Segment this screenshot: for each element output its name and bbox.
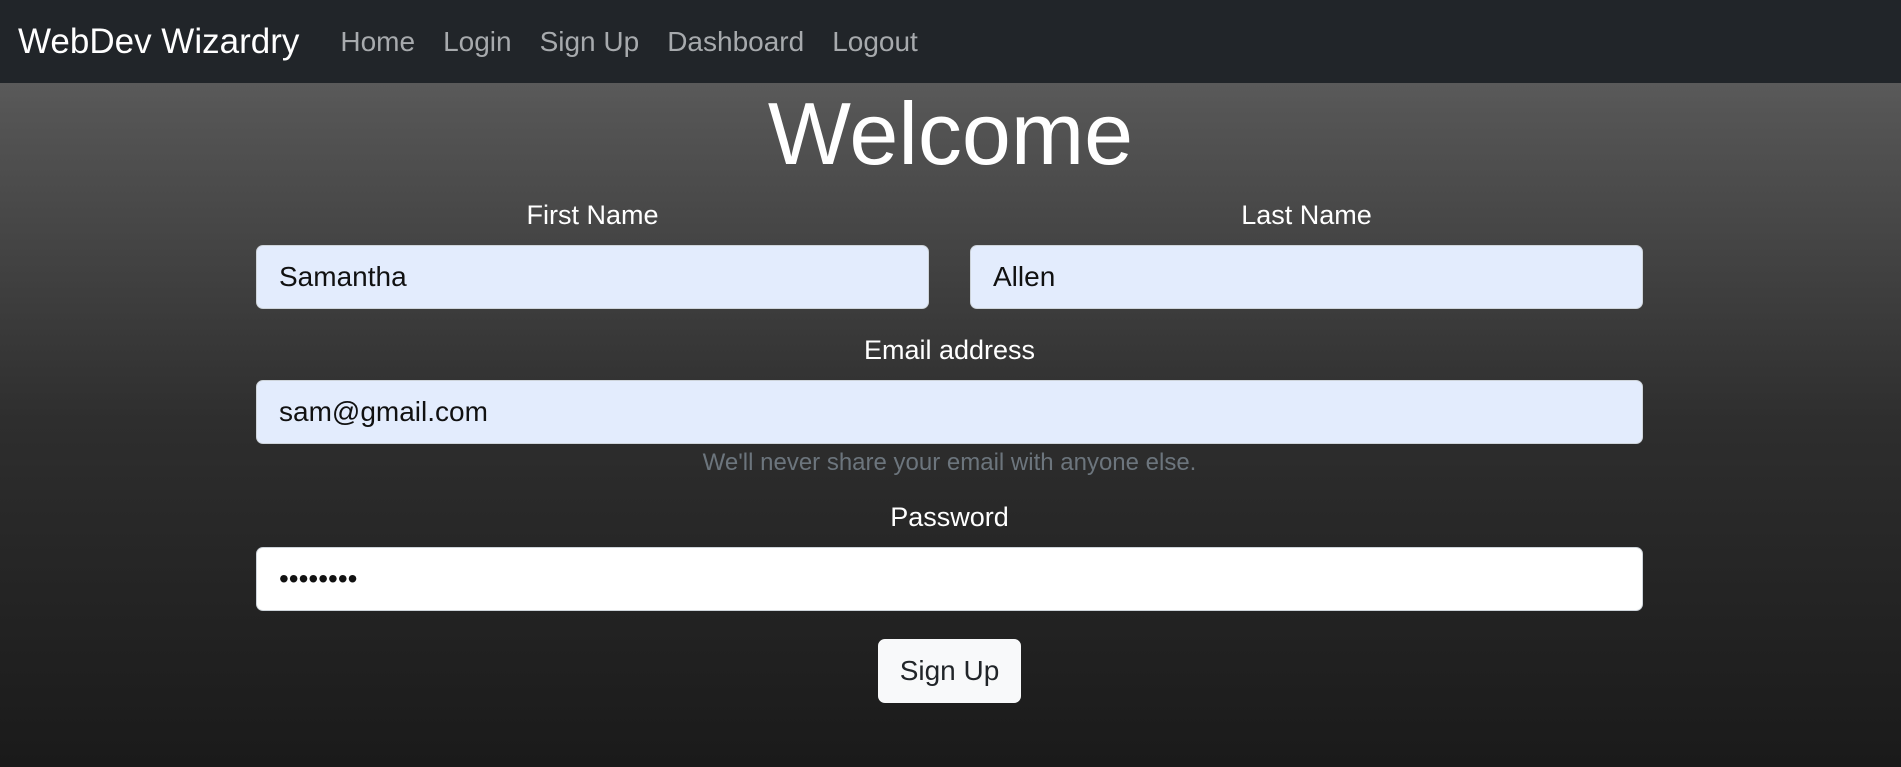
top-navbar: WebDev Wizardry Home Login Sign Up Dashb…: [0, 0, 1901, 83]
nav-link-sign-up[interactable]: Sign Up: [540, 27, 640, 56]
password-input[interactable]: [256, 547, 1643, 611]
nav-link-login[interactable]: Login: [443, 27, 512, 56]
nav-link-logout[interactable]: Logout: [832, 27, 918, 56]
first-name-label: First Name: [526, 200, 659, 230]
sign-up-button[interactable]: Sign Up: [878, 639, 1021, 703]
last-name-input[interactable]: [970, 245, 1643, 309]
email-input[interactable]: [256, 380, 1643, 444]
brand-logo-text[interactable]: WebDev Wizardry: [18, 24, 299, 59]
email-help-text: We'll never share your email with anyone…: [702, 449, 1197, 476]
page-title: Welcome: [767, 84, 1134, 183]
last-name-label: Last Name: [1241, 200, 1372, 230]
email-label: Email address: [863, 335, 1036, 365]
nav-link-home[interactable]: Home: [340, 27, 415, 56]
nav-link-dashboard[interactable]: Dashboard: [667, 27, 804, 56]
first-name-input[interactable]: [256, 245, 929, 309]
password-label: Password: [890, 502, 1009, 532]
